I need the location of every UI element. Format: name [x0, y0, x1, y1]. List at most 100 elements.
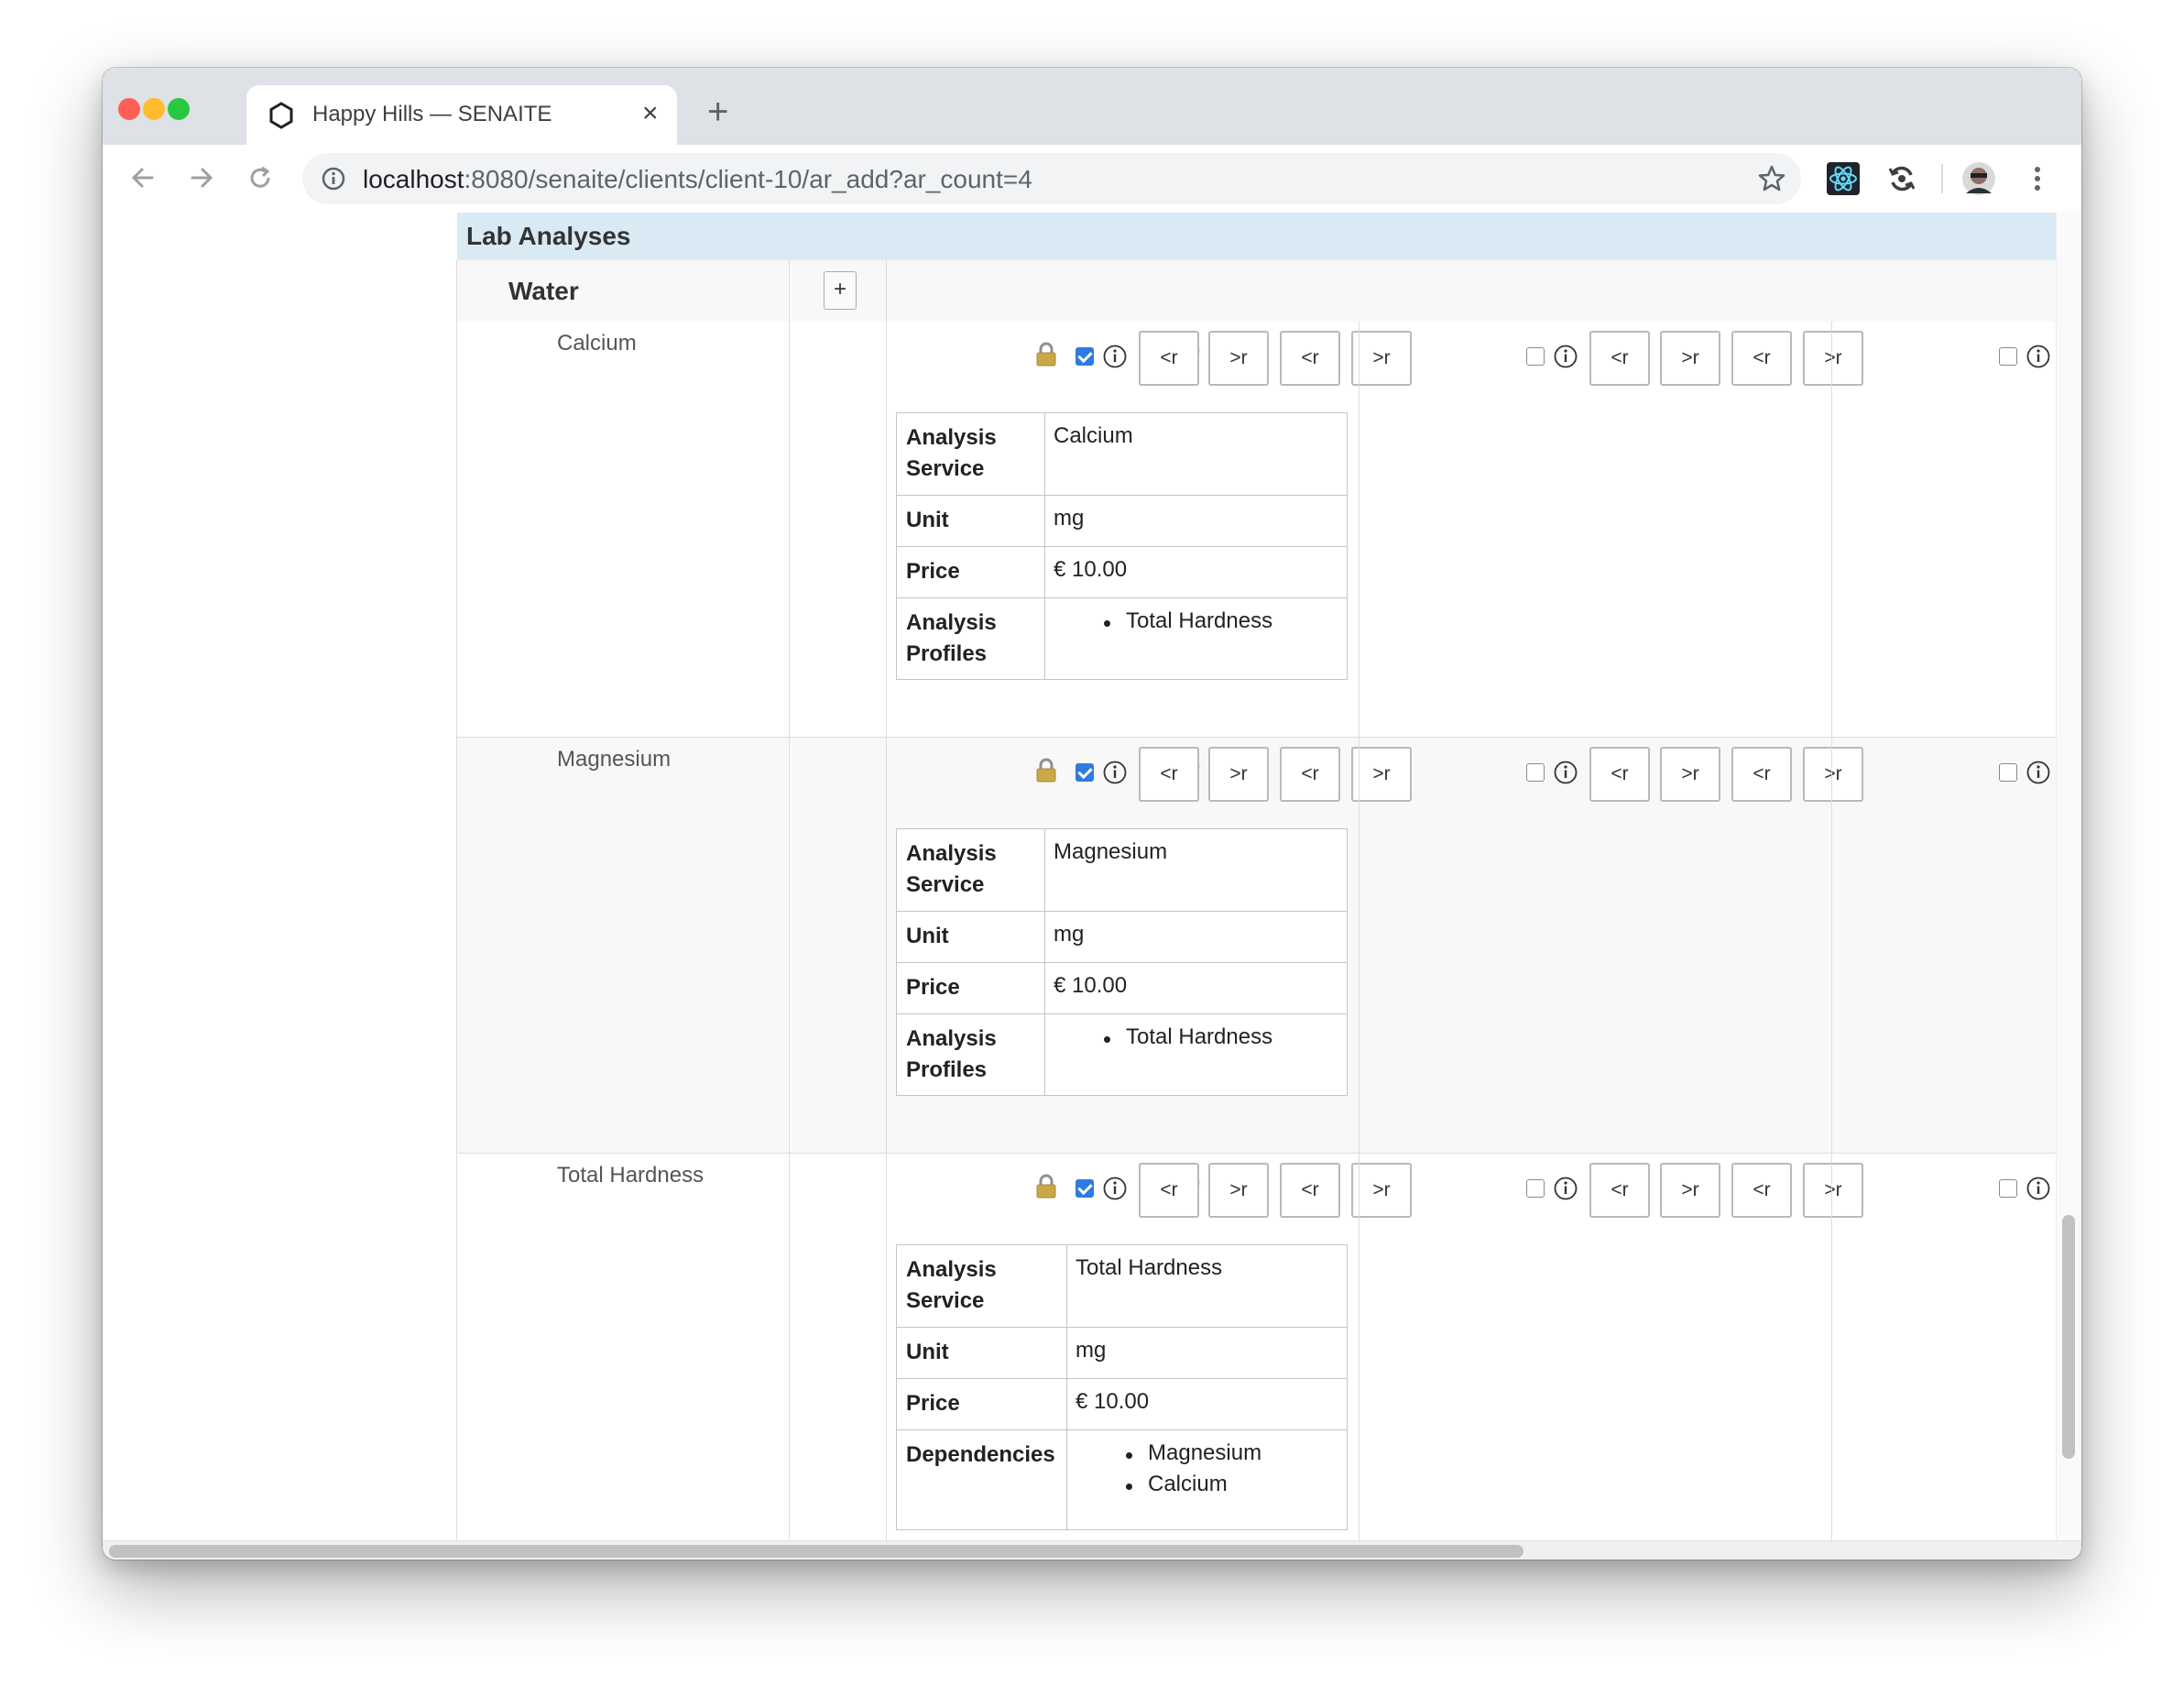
range-button[interactable]: >r [1351, 747, 1412, 802]
column-divider [1831, 322, 1832, 1540]
analysis-info-popup: Analysis Service Calcium Unit mg Price €… [896, 412, 1348, 680]
info-icon[interactable] [1103, 345, 1127, 368]
browser-toolbar: localhost:8080/senaite/clients/client-10… [103, 145, 2081, 213]
info-icon[interactable] [2026, 1177, 2050, 1200]
popup-value: Total Hardness [1076, 1255, 1223, 1280]
range-button[interactable]: <r [1280, 747, 1340, 802]
tab-close-button[interactable]: × [642, 98, 659, 129]
analysis-name: Magnesium [557, 747, 672, 772]
range-button[interactable]: >r [1660, 331, 1720, 386]
popup-row: Unit mg [897, 1328, 1347, 1379]
range-button[interactable]: >r [1351, 331, 1412, 386]
category-title: Water [508, 277, 579, 305]
range-button[interactable]: >r [1660, 1163, 1720, 1218]
range-button[interactable]: <r [1589, 747, 1650, 802]
kebab-menu-icon[interactable] [2019, 160, 2056, 197]
senaite-hexagon-icon [269, 102, 293, 129]
range-button[interactable]: >r [1351, 1163, 1412, 1218]
popup-key: Price [906, 1391, 960, 1416]
list-item: Calcium [1148, 1472, 1228, 1496]
arrow-right-icon[interactable] [183, 159, 220, 196]
range-button[interactable]: >r [1660, 747, 1720, 802]
range-button[interactable]: >r [1803, 747, 1863, 802]
column-divider [886, 260, 887, 1540]
analysis-name: Calcium [557, 331, 637, 356]
info-icon[interactable] [2026, 761, 2050, 784]
analysis-info-popup: Analysis Service Total Hardness Unit mg … [896, 1244, 1348, 1530]
info-icon[interactable] [1103, 1177, 1127, 1200]
range-button[interactable]: <r [1280, 331, 1340, 386]
range-button[interactable]: >r [1208, 331, 1269, 386]
range-button[interactable]: <r [1139, 331, 1199, 386]
range-button[interactable]: <r [1280, 1163, 1340, 1218]
reload-icon[interactable] [242, 159, 278, 196]
analysis-checkbox[interactable] [1999, 763, 2017, 782]
analysis-checkbox[interactable] [1076, 347, 1094, 366]
minimize-window-button[interactable] [143, 98, 165, 120]
browser-tab[interactable]: Happy Hills — SENAITE × [246, 85, 677, 145]
url-text[interactable]: localhost:8080/senaite/clients/client-10… [363, 165, 1032, 194]
popup-row: Dependencies Magnesium Calcium [897, 1430, 1347, 1529]
analysis-checkbox[interactable] [1999, 1179, 2017, 1198]
info-icon[interactable] [1554, 761, 1578, 784]
star-icon[interactable] [1755, 162, 1788, 195]
zoom-window-button[interactable] [168, 98, 190, 120]
vertical-scrollbar-thumb[interactable] [2062, 1215, 2075, 1459]
analysis-checkbox[interactable] [1526, 763, 1545, 782]
info-icon[interactable] [1103, 761, 1127, 784]
list-item: Magnesium [1148, 1440, 1262, 1465]
popup-row: Price € 10.00 [897, 1379, 1347, 1430]
category-row[interactable]: Water + [457, 260, 2056, 323]
url-host: localhost [363, 165, 464, 193]
react-devtools-icon[interactable] [1825, 160, 1862, 197]
analysis-checkbox[interactable] [1076, 1179, 1094, 1198]
popup-value: € 10.00 [1076, 1389, 1150, 1414]
analysis-checkbox[interactable] [1999, 347, 2017, 366]
popup-row: Unit mg [897, 912, 1347, 963]
range-button[interactable]: >r [1208, 747, 1269, 802]
range-button[interactable]: <r [1731, 747, 1792, 802]
avatar[interactable] [1960, 160, 1997, 197]
address-bar[interactable]: localhost:8080/senaite/clients/client-10… [302, 153, 1801, 204]
expand-category-button[interactable]: + [824, 271, 857, 310]
range-button[interactable]: >r [1803, 331, 1863, 386]
arrow-left-icon[interactable] [125, 159, 161, 196]
list-bullet [1104, 1036, 1110, 1043]
info-icon[interactable] [1554, 1177, 1578, 1200]
info-icon[interactable] [1554, 345, 1578, 368]
analysis-checkbox[interactable] [1526, 347, 1545, 366]
range-button[interactable]: >r [1803, 1163, 1863, 1218]
popup-value: mg [1076, 1338, 1107, 1363]
analysis-name: Total Hardness [557, 1163, 704, 1188]
sync-icon[interactable] [1884, 160, 1920, 197]
info-icon[interactable] [321, 166, 346, 192]
popup-key: Unit [906, 508, 949, 532]
popup-key: Price [906, 975, 960, 1000]
popup-value: Magnesium [1054, 839, 1168, 864]
popup-key: Unit [906, 1340, 949, 1364]
tab-title: Happy Hills — SENAITE [312, 102, 552, 126]
new-tab-button[interactable]: + [707, 93, 728, 130]
panel-header: Lab Analyses [457, 213, 2056, 261]
analysis-checkbox[interactable] [1076, 763, 1094, 782]
lock-icon [1036, 1174, 1056, 1199]
range-button[interactable]: <r [1589, 1163, 1650, 1218]
popup-key: Price [906, 559, 960, 584]
range-button[interactable]: <r [1139, 1163, 1199, 1218]
url-path: :8080/senaite/clients/client-10/ar_add?a… [464, 165, 1032, 193]
page-content: Lab Analyses Water + Calcium <r >r <r >r… [103, 213, 2081, 1560]
popup-value: mg [1054, 922, 1085, 947]
popup-value: € 10.00 [1054, 557, 1128, 582]
range-button[interactable]: <r [1731, 331, 1792, 386]
info-icon[interactable] [2026, 345, 2050, 368]
popup-value: Calcium [1054, 423, 1133, 448]
range-button[interactable]: >r [1208, 1163, 1269, 1218]
analysis-checkbox[interactable] [1526, 1179, 1545, 1198]
range-button[interactable]: <r [1589, 331, 1650, 386]
horizontal-scrollbar-thumb[interactable] [109, 1545, 1523, 1558]
list-bullet [1104, 620, 1110, 627]
popup-row: Analysis Service Calcium [897, 413, 1347, 496]
range-button[interactable]: <r [1139, 747, 1199, 802]
close-window-button[interactable] [118, 98, 140, 120]
range-button[interactable]: <r [1731, 1163, 1792, 1218]
